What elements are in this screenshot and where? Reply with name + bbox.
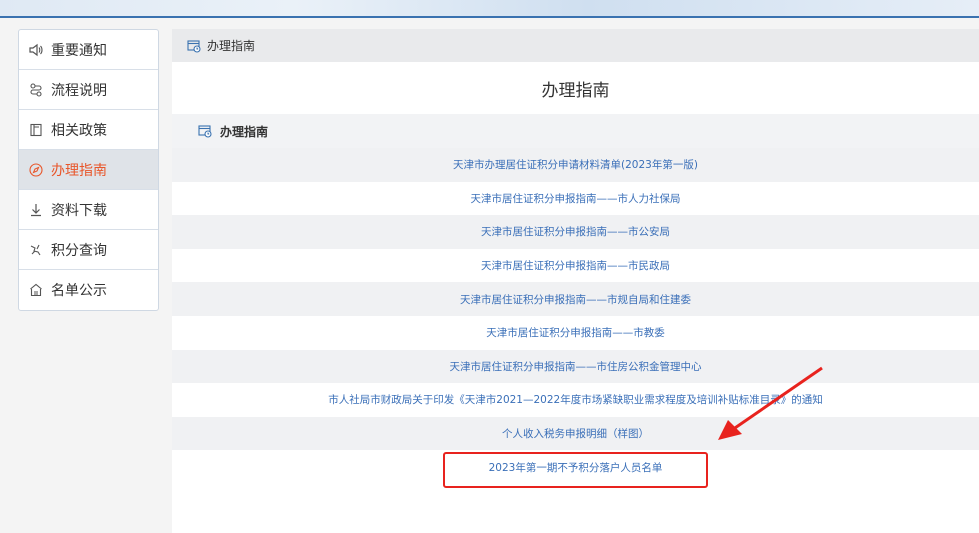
guide-link[interactable]: 天津市居住证积分申报指南——市规自局和住建委 <box>172 282 979 316</box>
guide-link[interactable]: 2023年第一期不予积分落户人员名单 <box>172 450 979 484</box>
notice-icon <box>29 283 43 297</box>
guide-link[interactable]: 天津市居住证积分申报指南——市人力社保局 <box>172 181 979 216</box>
breadcrumb-label: 办理指南 <box>207 39 256 53</box>
speaker-icon <box>29 43 43 57</box>
window-clock-icon <box>198 124 212 138</box>
sidebar-item-guide[interactable]: 办理指南 <box>19 150 158 190</box>
breadcrumb: 办理指南 <box>172 29 979 62</box>
guide-link[interactable]: 天津市居住证积分申报指南——市教委 <box>172 315 979 350</box>
sidebar-menu: 重要通知 流程说明 相关政策 办理指南 资料下载 积分查询 名单公示 <box>18 29 159 311</box>
page-title: 办理指南 <box>172 62 979 114</box>
guide-link[interactable]: 天津市居住证积分申报指南——市公安局 <box>172 215 979 249</box>
sidebar-item-publicity[interactable]: 名单公示 <box>19 270 158 310</box>
guide-link[interactable]: 市人社局市财政局关于印发《天津市2021—2022年度市场紧缺职业需求程度及培训… <box>172 383 979 417</box>
sidebar-item-query[interactable]: 积分查询 <box>19 230 158 270</box>
main-content: 办理指南 办理指南 办理指南 天津市办理居住证积分申请材料清单(2023年第一版… <box>172 29 979 533</box>
guide-link[interactable]: 天津市居住证积分申报指南——市住房公积金管理中心 <box>172 349 979 384</box>
sidebar-item-label: 办理指南 <box>51 162 107 179</box>
sidebar-item-label: 流程说明 <box>51 82 107 99</box>
guide-list: 天津市办理居住证积分申请材料清单(2023年第一版) 天津市居住证积分申报指南—… <box>172 148 979 484</box>
flow-icon <box>29 82 43 97</box>
sidebar-item-label: 重要通知 <box>51 42 107 59</box>
sidebar-item-label: 资料下载 <box>51 202 107 219</box>
guide-link[interactable]: 个人收入税务申报明细（样图） <box>172 416 979 451</box>
section-header: 办理指南 <box>172 114 979 148</box>
sidebar-item-download[interactable]: 资料下载 <box>19 190 158 230</box>
compass-icon <box>29 162 43 177</box>
sidebar-item-label: 积分查询 <box>51 242 107 259</box>
sidebar-item-label: 相关政策 <box>51 122 107 139</box>
sidebar-item-process[interactable]: 流程说明 <box>19 70 158 110</box>
sidebar-item-policy[interactable]: 相关政策 <box>19 110 158 150</box>
guide-link[interactable]: 天津市居住证积分申报指南——市民政局 <box>172 248 979 283</box>
sidebar-item-label: 名单公示 <box>51 283 107 299</box>
download-icon <box>29 203 43 217</box>
section-title: 办理指南 <box>220 124 269 139</box>
guide-link[interactable]: 天津市办理居住证积分申请材料清单(2023年第一版) <box>172 148 979 182</box>
sidebar-item-notice[interactable]: 重要通知 <box>19 30 158 70</box>
policy-icon <box>29 123 43 137</box>
top-banner <box>0 0 979 18</box>
window-clock-icon <box>187 39 201 53</box>
query-icon <box>29 243 43 257</box>
